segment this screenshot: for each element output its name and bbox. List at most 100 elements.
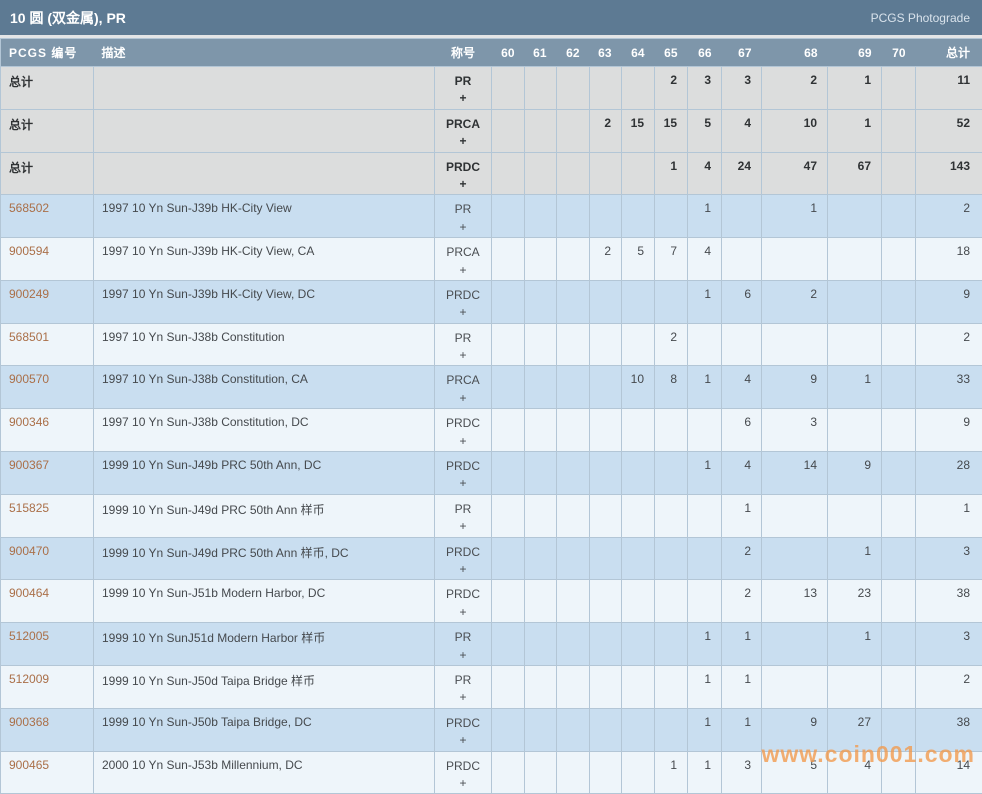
grade-60-cell [492,195,525,238]
pcgs-number-link[interactable]: 900570 [9,372,49,386]
grade-66-cell: 1 [688,708,722,751]
pcgs-number-link[interactable]: 568502 [9,201,49,215]
grade-67-cell: 3 [722,67,762,110]
pcgs-number-link[interactable]: 515825 [9,501,49,515]
grade-66-cell: 4 [688,152,722,195]
description-cell: 1997 10 Yn Sun-J38b Constitution [94,323,435,366]
designation-label: PRDC [436,458,490,475]
pcgs-number-cell: 900470 [1,537,94,580]
grade-64-cell [622,409,655,452]
designation-label: PR [436,73,490,90]
grade-69-cell [828,494,882,537]
grade-65-cell: 1 [655,152,688,195]
grade-70-cell [882,665,916,708]
grade-64-cell [622,494,655,537]
column-header-total: 总计 [916,39,982,67]
grade-67-cell: 4 [722,452,762,495]
grade-67-cell: 4 [722,109,762,152]
grade-68-cell [762,665,828,708]
grade-68-cell: 13 [762,580,828,623]
grade-66-cell: 1 [688,280,722,323]
grade-67-cell [722,323,762,366]
grade-68-cell: 2 [762,67,828,110]
row-total-cell: 143 [916,152,982,195]
population-table: PCGS 编号描述称号6061626364656667686970总计 总计 P… [0,38,982,794]
pcgs-number-link[interactable]: 900465 [9,758,49,772]
pcgs-number-cell: 900464 [1,580,94,623]
title-bar: 10 圆 (双金属), PR PCGS Photograde [0,0,982,38]
table-row: 900570 1997 10 Yn Sun-J38b Constitution,… [1,366,982,409]
grade-63-cell [590,152,622,195]
grade-62-cell [557,708,590,751]
brand-label: PCGS Photograde [871,11,970,25]
grade-60-cell [492,665,525,708]
grade-65-cell [655,623,688,666]
grade-70-cell [882,67,916,110]
grade-62-cell [557,452,590,495]
pcgs-number-link[interactable]: 512005 [9,629,49,643]
grade-63-cell [590,623,622,666]
table-row: 900594 1997 10 Yn Sun-J39b HK-City View,… [1,238,982,281]
row-total-cell: 38 [916,708,982,751]
pcgs-number-link[interactable]: 512009 [9,672,49,686]
description-cell: 1999 10 Yn Sun-J50d Taipa Bridge 样币 [94,665,435,708]
grade-68-cell: 14 [762,452,828,495]
grade-70-cell [882,494,916,537]
description-cell: 1999 10 Yn Sun-J51b Modern Harbor, DC [94,580,435,623]
row-total-cell: 33 [916,366,982,409]
pcgs-number-link[interactable]: 900470 [9,544,49,558]
grade-63-cell [590,708,622,751]
designation-plus: + [436,775,490,792]
grade-65-cell: 2 [655,67,688,110]
grade-69-cell: 1 [828,67,882,110]
grade-69-cell: 27 [828,708,882,751]
grade-68-cell [762,623,828,666]
designation-plus: + [436,90,490,107]
grade-70-cell [882,152,916,195]
pcgs-number-link[interactable]: 900346 [9,415,49,429]
grade-67-cell: 1 [722,623,762,666]
table-row: 512005 1999 10 Yn SunJ51d Modern Harbor … [1,623,982,666]
grade-64-cell [622,580,655,623]
column-header-60: 60 [492,39,525,67]
designation-cell: PRDC + [435,152,492,195]
table-row: 总计 PRCA + 2 15 15 5 4 10 1 52 [1,109,982,152]
grade-67-cell: 4 [722,366,762,409]
designation-plus: + [436,304,490,321]
description-cell [94,67,435,110]
row-total-cell: 28 [916,452,982,495]
designation-plus: + [436,647,490,664]
pcgs-number-cell: 512005 [1,623,94,666]
pcgs-number-link[interactable]: 900594 [9,244,49,258]
row-total-cell: 52 [916,109,982,152]
grade-69-cell: 9 [828,452,882,495]
grade-68-cell: 47 [762,152,828,195]
grade-63-cell [590,323,622,366]
pcgs-number-cell: 568501 [1,323,94,366]
grade-63-cell [590,494,622,537]
grade-61-cell [525,323,557,366]
grade-63-cell [590,452,622,495]
grade-62-cell [557,238,590,281]
grade-66-cell: 3 [688,67,722,110]
row-total-cell: 3 [916,623,982,666]
pcgs-number-link[interactable]: 900367 [9,458,49,472]
designation-label: PRDC [436,586,490,603]
pcgs-number-link[interactable]: 568501 [9,330,49,344]
grade-66-cell: 1 [688,195,722,238]
grade-67-cell [722,238,762,281]
grade-70-cell [882,109,916,152]
designation-plus: + [436,732,490,749]
grade-62-cell [557,623,590,666]
row-total-cell: 14 [916,751,982,794]
column-header-desc: 描述 [94,39,435,67]
pcgs-number-cell: 900570 [1,366,94,409]
pcgs-number-link[interactable]: 900249 [9,287,49,301]
grade-60-cell [492,323,525,366]
designation-cell: PR + [435,195,492,238]
grade-60-cell [492,238,525,281]
grade-65-cell: 15 [655,109,688,152]
grade-68-cell [762,537,828,580]
pcgs-number-link[interactable]: 900464 [9,586,49,600]
pcgs-number-link[interactable]: 900368 [9,715,49,729]
